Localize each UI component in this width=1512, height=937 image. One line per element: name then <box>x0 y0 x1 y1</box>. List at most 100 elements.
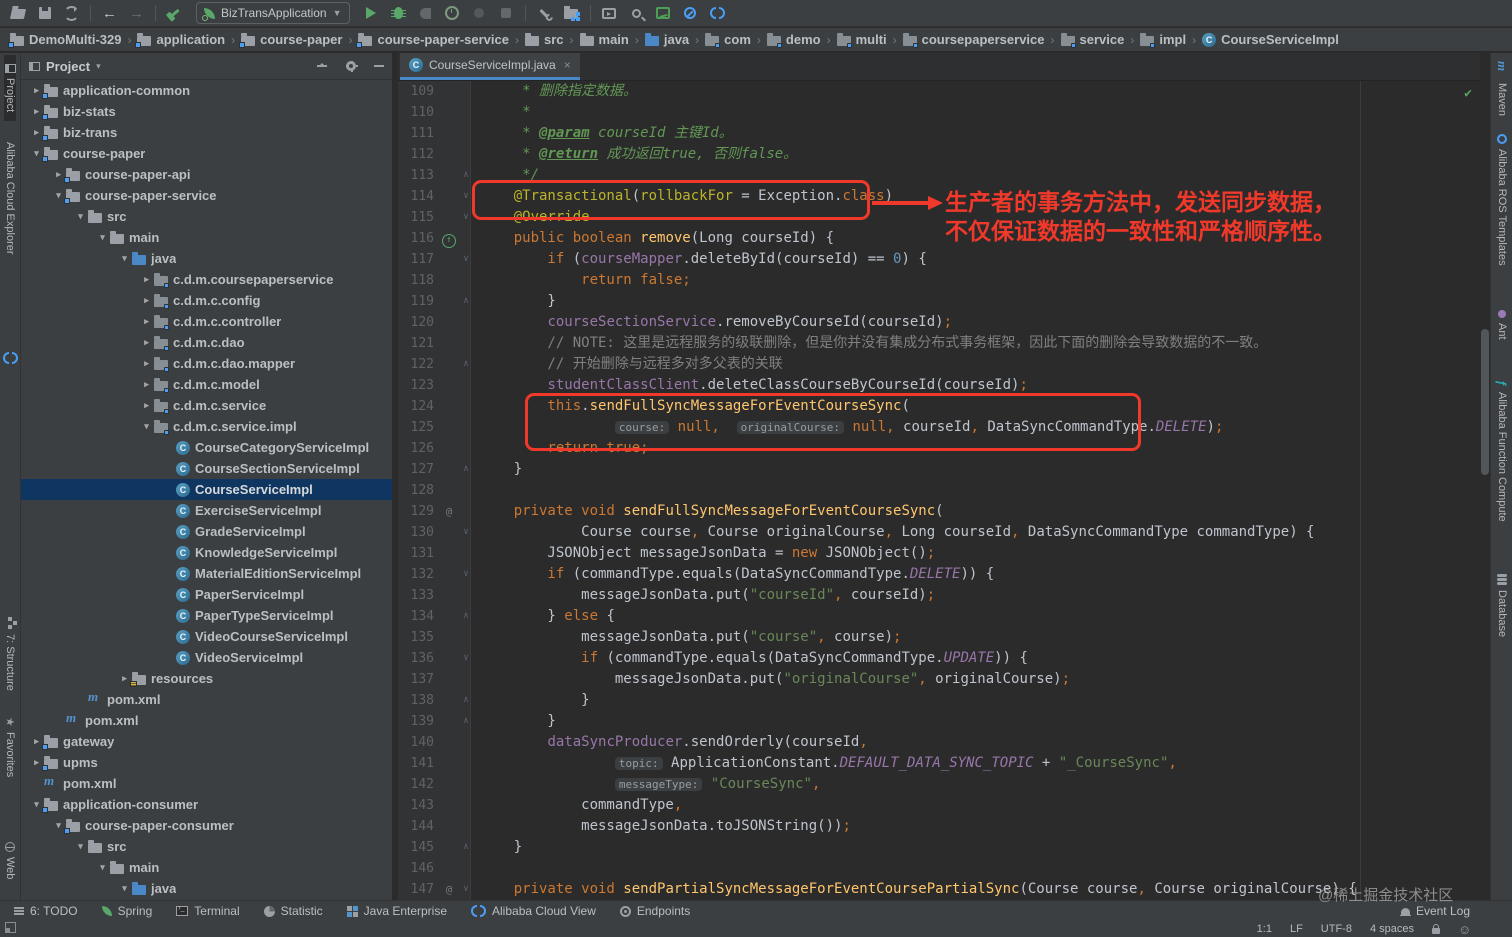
breadcrumb-item-course-paper[interactable]: course-paper <box>239 32 344 48</box>
wrench-button[interactable] <box>531 1 558 25</box>
line-number[interactable]: 127 <box>398 459 440 480</box>
stripe-item-alibaba-ros-templates[interactable]: Alibaba ROS Templates <box>1496 125 1508 275</box>
stripe-item-alibaba-cloud[interactable] <box>2 343 18 373</box>
stop-button[interactable] <box>493 1 520 25</box>
tree-item-materialeditionserviceimpl[interactable]: MaterialEditionServiceImpl <box>21 563 392 584</box>
line-number[interactable]: 125 <box>398 417 440 438</box>
line-number[interactable]: 109 <box>398 81 440 102</box>
run-window-button[interactable] <box>596 1 623 25</box>
tree-toggle-icon[interactable]: ▾ <box>117 883 132 894</box>
line-number[interactable]: 140 <box>398 732 440 753</box>
line-ending[interactable]: LF <box>1290 923 1303 935</box>
tree-item-application-common[interactable]: ▸ application-common <box>21 80 392 101</box>
back-button[interactable] <box>96 1 123 25</box>
line-number[interactable]: 122 <box>398 354 440 375</box>
build-hammer-button[interactable] <box>161 1 188 25</box>
line-number[interactable]: 135 <box>398 627 440 648</box>
line-number[interactable]: 143 <box>398 795 440 816</box>
scrollbar-thumb[interactable] <box>1481 329 1489 475</box>
breadcrumb-item-com[interactable]: com <box>703 32 753 48</box>
tree-item-c-d-m-c-config[interactable]: ▸ c.d.m.c.config <box>21 290 392 311</box>
breadcrumb-item-demo[interactable]: demo <box>765 32 823 48</box>
toolwindow-button-statistic[interactable]: Statistic <box>263 904 323 918</box>
toolwindow-button-spring[interactable]: Spring <box>101 904 152 918</box>
tree-item-pom-xml[interactable]: pom.xml <box>21 710 392 731</box>
stripe-item-web[interactable]: Web <box>4 833 16 888</box>
tree-item-main[interactable]: ▾ main <box>21 857 392 878</box>
line-number[interactable]: 144 <box>398 816 440 837</box>
breadcrumb-item-impl[interactable]: impl <box>1138 32 1188 48</box>
tree-item-c-d-m-c-controller[interactable]: ▸ c.d.m.c.controller <box>21 311 392 332</box>
tree-item-coursecategoryserviceimpl[interactable]: CourseCategoryServiceImpl <box>21 437 392 458</box>
fold-marker-icon[interactable]: ∨ <box>458 249 474 270</box>
line-number[interactable]: 124 <box>398 396 440 417</box>
stripe-item-database[interactable]: Database <box>1496 565 1508 646</box>
line-number[interactable]: 119 <box>398 291 440 312</box>
toolwindow-button-6-todo[interactable]: 6: TODO <box>14 904 78 918</box>
annotation-marker-icon[interactable]: @ <box>440 879 458 900</box>
chevron-down-icon[interactable]: ▾ <box>96 61 101 72</box>
alibaba-cloud-button[interactable] <box>704 1 731 25</box>
fold-marker-icon[interactable]: ∧ <box>458 690 474 711</box>
tree-item-gateway[interactable]: ▸ gateway <box>21 731 392 752</box>
tree-item-c-d-m-coursepaperservice[interactable]: ▸ c.d.m.coursepaperservice <box>21 269 392 290</box>
tree-toggle-icon[interactable]: ▾ <box>117 253 132 264</box>
breadcrumb-item-demomulti-329[interactable]: DemoMulti-329 <box>8 32 123 48</box>
tree-item-java[interactable]: ▾ java <box>21 248 392 269</box>
tree-item-src[interactable]: ▾ src <box>21 836 392 857</box>
tree-item-gradeserviceimpl[interactable]: GradeServiceImpl <box>21 521 392 542</box>
tree-item-course-paper-api[interactable]: ▸ course-paper-api <box>21 164 392 185</box>
sync-button[interactable] <box>58 1 85 25</box>
breadcrumb-item-service[interactable]: service <box>1059 32 1127 48</box>
tree-toggle-icon[interactable]: ▸ <box>139 316 154 327</box>
line-number[interactable]: 133 <box>398 585 440 606</box>
annotation-marker-icon[interactable]: @ <box>440 501 458 522</box>
fold-marker-icon[interactable]: ∨ <box>458 564 474 585</box>
toolwindow-button-alibaba-cloud-view[interactable]: Alibaba Cloud View <box>471 904 596 918</box>
fold-marker-icon[interactable]: ∨ <box>458 879 474 900</box>
tree-toggle-icon[interactable]: ▾ <box>95 862 110 873</box>
lock-icon[interactable] <box>1432 924 1440 934</box>
line-number[interactable]: 123 <box>398 375 440 396</box>
tree-toggle-icon[interactable]: ▸ <box>139 379 154 390</box>
line-number[interactable]: 139 <box>398 711 440 732</box>
breadcrumb-item-main[interactable]: main <box>578 32 631 47</box>
fold-marker-icon[interactable]: ∨ <box>458 648 474 669</box>
line-number[interactable]: 118 <box>398 270 440 291</box>
breadcrumb-item-application[interactable]: application <box>135 32 227 48</box>
line-number[interactable]: 134 <box>398 606 440 627</box>
indent-setting[interactable]: 4 spaces <box>1370 923 1414 935</box>
tab-courseserviceimpl[interactable]: CourseServiceImpl.java × <box>400 53 580 80</box>
tree-toggle-icon[interactable]: ▸ <box>139 295 154 306</box>
tree-item-c-d-m-c-service[interactable]: ▸ c.d.m.c.service <box>21 395 392 416</box>
stripe-item-alibaba-function-compute[interactable]: Alibaba Function Compute <box>1495 371 1509 530</box>
tree-toggle-icon[interactable]: ▸ <box>139 400 154 411</box>
tree-item-src[interactable]: ▾ src <box>21 206 392 227</box>
toolkit-folder-button[interactable] <box>558 1 585 25</box>
close-icon[interactable]: × <box>564 58 571 72</box>
run-with-coverage-button[interactable] <box>412 1 439 25</box>
toolwindow-button-endpoints[interactable]: Endpoints <box>619 904 690 918</box>
caret-position[interactable]: 1:1 <box>1257 923 1272 935</box>
tree-item-courseserviceimpl[interactable]: CourseServiceImpl <box>21 479 392 500</box>
line-number[interactable]: 111 <box>398 123 440 144</box>
tree-toggle-icon[interactable]: ▸ <box>139 274 154 285</box>
line-number[interactable]: 142 <box>398 774 440 795</box>
line-number[interactable]: 141 <box>398 753 440 774</box>
line-number[interactable]: 120 <box>398 312 440 333</box>
tree-toggle-icon[interactable]: ▸ <box>139 337 154 348</box>
toolwindow-button-terminal[interactable]: Terminal <box>176 904 240 918</box>
stripe-item-favorites[interactable]: Favorites <box>4 708 17 786</box>
fold-marker-icon[interactable]: ∧ <box>458 291 474 312</box>
breadcrumb-item-coursepaperservice[interactable]: coursepaperservice <box>901 32 1047 48</box>
toolwindow-switcher-icon[interactable] <box>5 922 16 933</box>
line-number[interactable]: 116 <box>398 228 440 249</box>
line-number[interactable]: 114 <box>398 186 440 207</box>
tree-item-main[interactable]: ▾ main <box>21 227 392 248</box>
tree-item-java[interactable]: ▾ java <box>21 878 392 899</box>
stripe-item-project[interactable]: Project <box>4 55 16 122</box>
line-number[interactable]: 126 <box>398 438 440 459</box>
tree-item-course-paper[interactable]: ▾ course-paper <box>21 143 392 164</box>
toolwindow-button-java-enterprise[interactable]: Java Enterprise <box>346 904 447 918</box>
tree-toggle-icon[interactable]: ▸ <box>139 358 154 369</box>
